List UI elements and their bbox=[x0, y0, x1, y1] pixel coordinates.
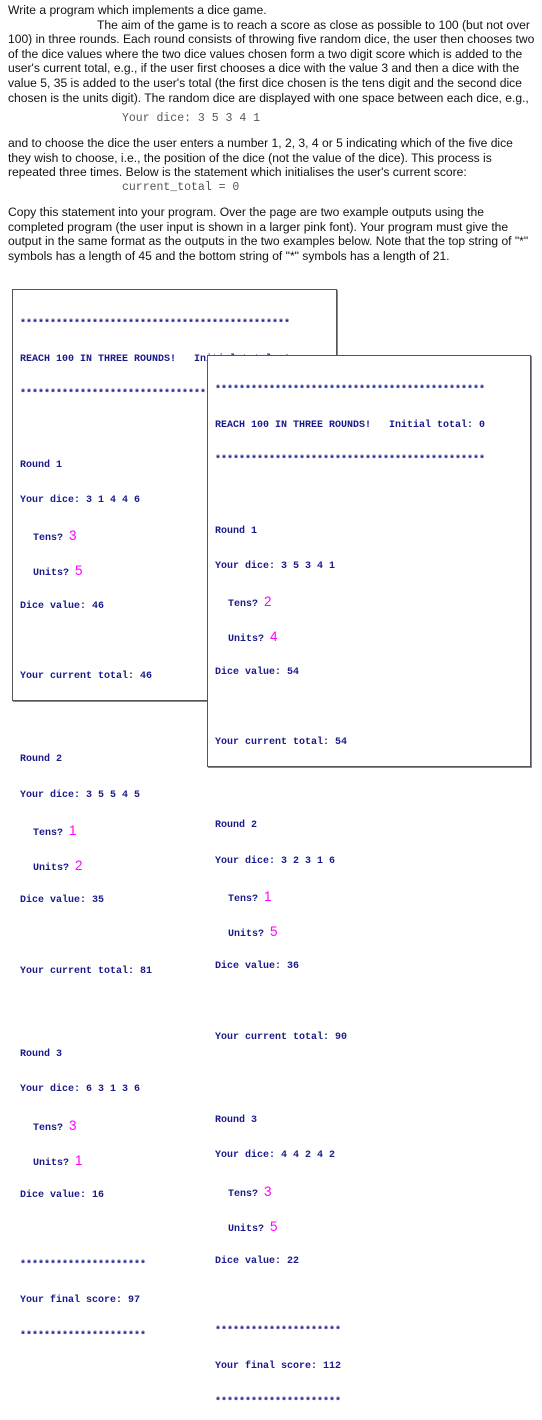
tens-prompt: Tens? 3 bbox=[215, 1183, 530, 1200]
tens-label: Tens? bbox=[228, 599, 265, 611]
user-input-units: 4 bbox=[270, 629, 278, 645]
dice-line: Your dice: 3 2 3 1 6 bbox=[215, 855, 336, 867]
current-total: Your current total: 54 bbox=[215, 736, 348, 748]
user-input-units: 1 bbox=[75, 1152, 83, 1168]
user-input-tens: 3 bbox=[69, 528, 77, 544]
units-label: Units? bbox=[228, 634, 271, 646]
dice-line: Your dice: 3 5 3 4 1 bbox=[215, 560, 336, 572]
task-title: Write a program which implements a dice … bbox=[8, 3, 267, 17]
game-description: The aim of the game is to reach a score … bbox=[8, 17, 535, 105]
units-prompt: Units? 5 bbox=[215, 1218, 530, 1235]
current-total: Your current total: 90 bbox=[215, 1031, 348, 1043]
example-output-2: ********************* *******************… bbox=[207, 355, 531, 1408]
user-input-tens: 2 bbox=[264, 594, 272, 610]
bottom-stars: ********************* bbox=[215, 1396, 342, 1408]
dice-value: Dice value: 22 bbox=[215, 1255, 300, 1267]
user-input-tens: 1 bbox=[69, 822, 77, 838]
user-input-tens: 3 bbox=[69, 1117, 77, 1133]
round-label: Round 2 bbox=[215, 820, 258, 832]
tens-label: Tens? bbox=[228, 893, 265, 905]
code-example-dice: Your dice: 3 5 3 4 1 bbox=[122, 112, 261, 125]
user-input-units: 5 bbox=[270, 924, 278, 940]
top-stars: ****************************************… bbox=[20, 319, 291, 330]
top-stars: ****************************************… bbox=[215, 385, 486, 396]
units-label: Units? bbox=[228, 1223, 271, 1235]
tens-label: Tens? bbox=[33, 533, 70, 545]
code-example-init: current_total = 0 bbox=[122, 181, 240, 194]
user-input-tens: 3 bbox=[264, 1183, 272, 1199]
dice-value: Dice value: 54 bbox=[215, 666, 300, 678]
tens-label: Tens? bbox=[33, 827, 70, 839]
tens-label: Tens? bbox=[33, 1122, 70, 1134]
units-label: Units? bbox=[33, 568, 76, 580]
copy-instructions-paragraph: Copy this statement into your program. O… bbox=[8, 205, 529, 263]
units-prompt: Units? 4 bbox=[215, 629, 530, 646]
tens-prompt: Tens? 1 bbox=[215, 888, 530, 905]
units-label: Units? bbox=[33, 863, 76, 875]
bottom-stars: ********************* bbox=[215, 1326, 342, 1338]
dice-line: Your dice: 4 4 2 4 2 bbox=[215, 1150, 336, 1162]
final-score: Your final score: 112 bbox=[215, 1361, 342, 1373]
top-stars: ****************************************… bbox=[215, 455, 486, 467]
round-label: Round 3 bbox=[20, 1049, 63, 1061]
user-input-tens: 1 bbox=[264, 888, 272, 904]
user-input-units: 2 bbox=[75, 858, 83, 874]
round-label: Round 1 bbox=[215, 525, 258, 537]
round-label: Round 3 bbox=[215, 1115, 258, 1127]
units-prompt: Units? 5 bbox=[215, 924, 530, 941]
tens-prompt: Tens? 2 bbox=[215, 594, 530, 611]
tens-label: Tens? bbox=[228, 1188, 265, 1200]
dice-value: Dice value: 36 bbox=[215, 961, 300, 973]
units-label: Units? bbox=[33, 1157, 76, 1169]
units-label: Units? bbox=[228, 929, 271, 941]
choose-dice-paragraph: and to choose the dice the user enters a… bbox=[8, 136, 513, 180]
user-input-units: 5 bbox=[75, 563, 83, 579]
game-header: REACH 100 IN THREE ROUNDS! Initial total… bbox=[215, 420, 486, 432]
user-input-units: 5 bbox=[270, 1218, 278, 1234]
intro-paragraph: Write a program which implements a dice … bbox=[8, 3, 536, 105]
